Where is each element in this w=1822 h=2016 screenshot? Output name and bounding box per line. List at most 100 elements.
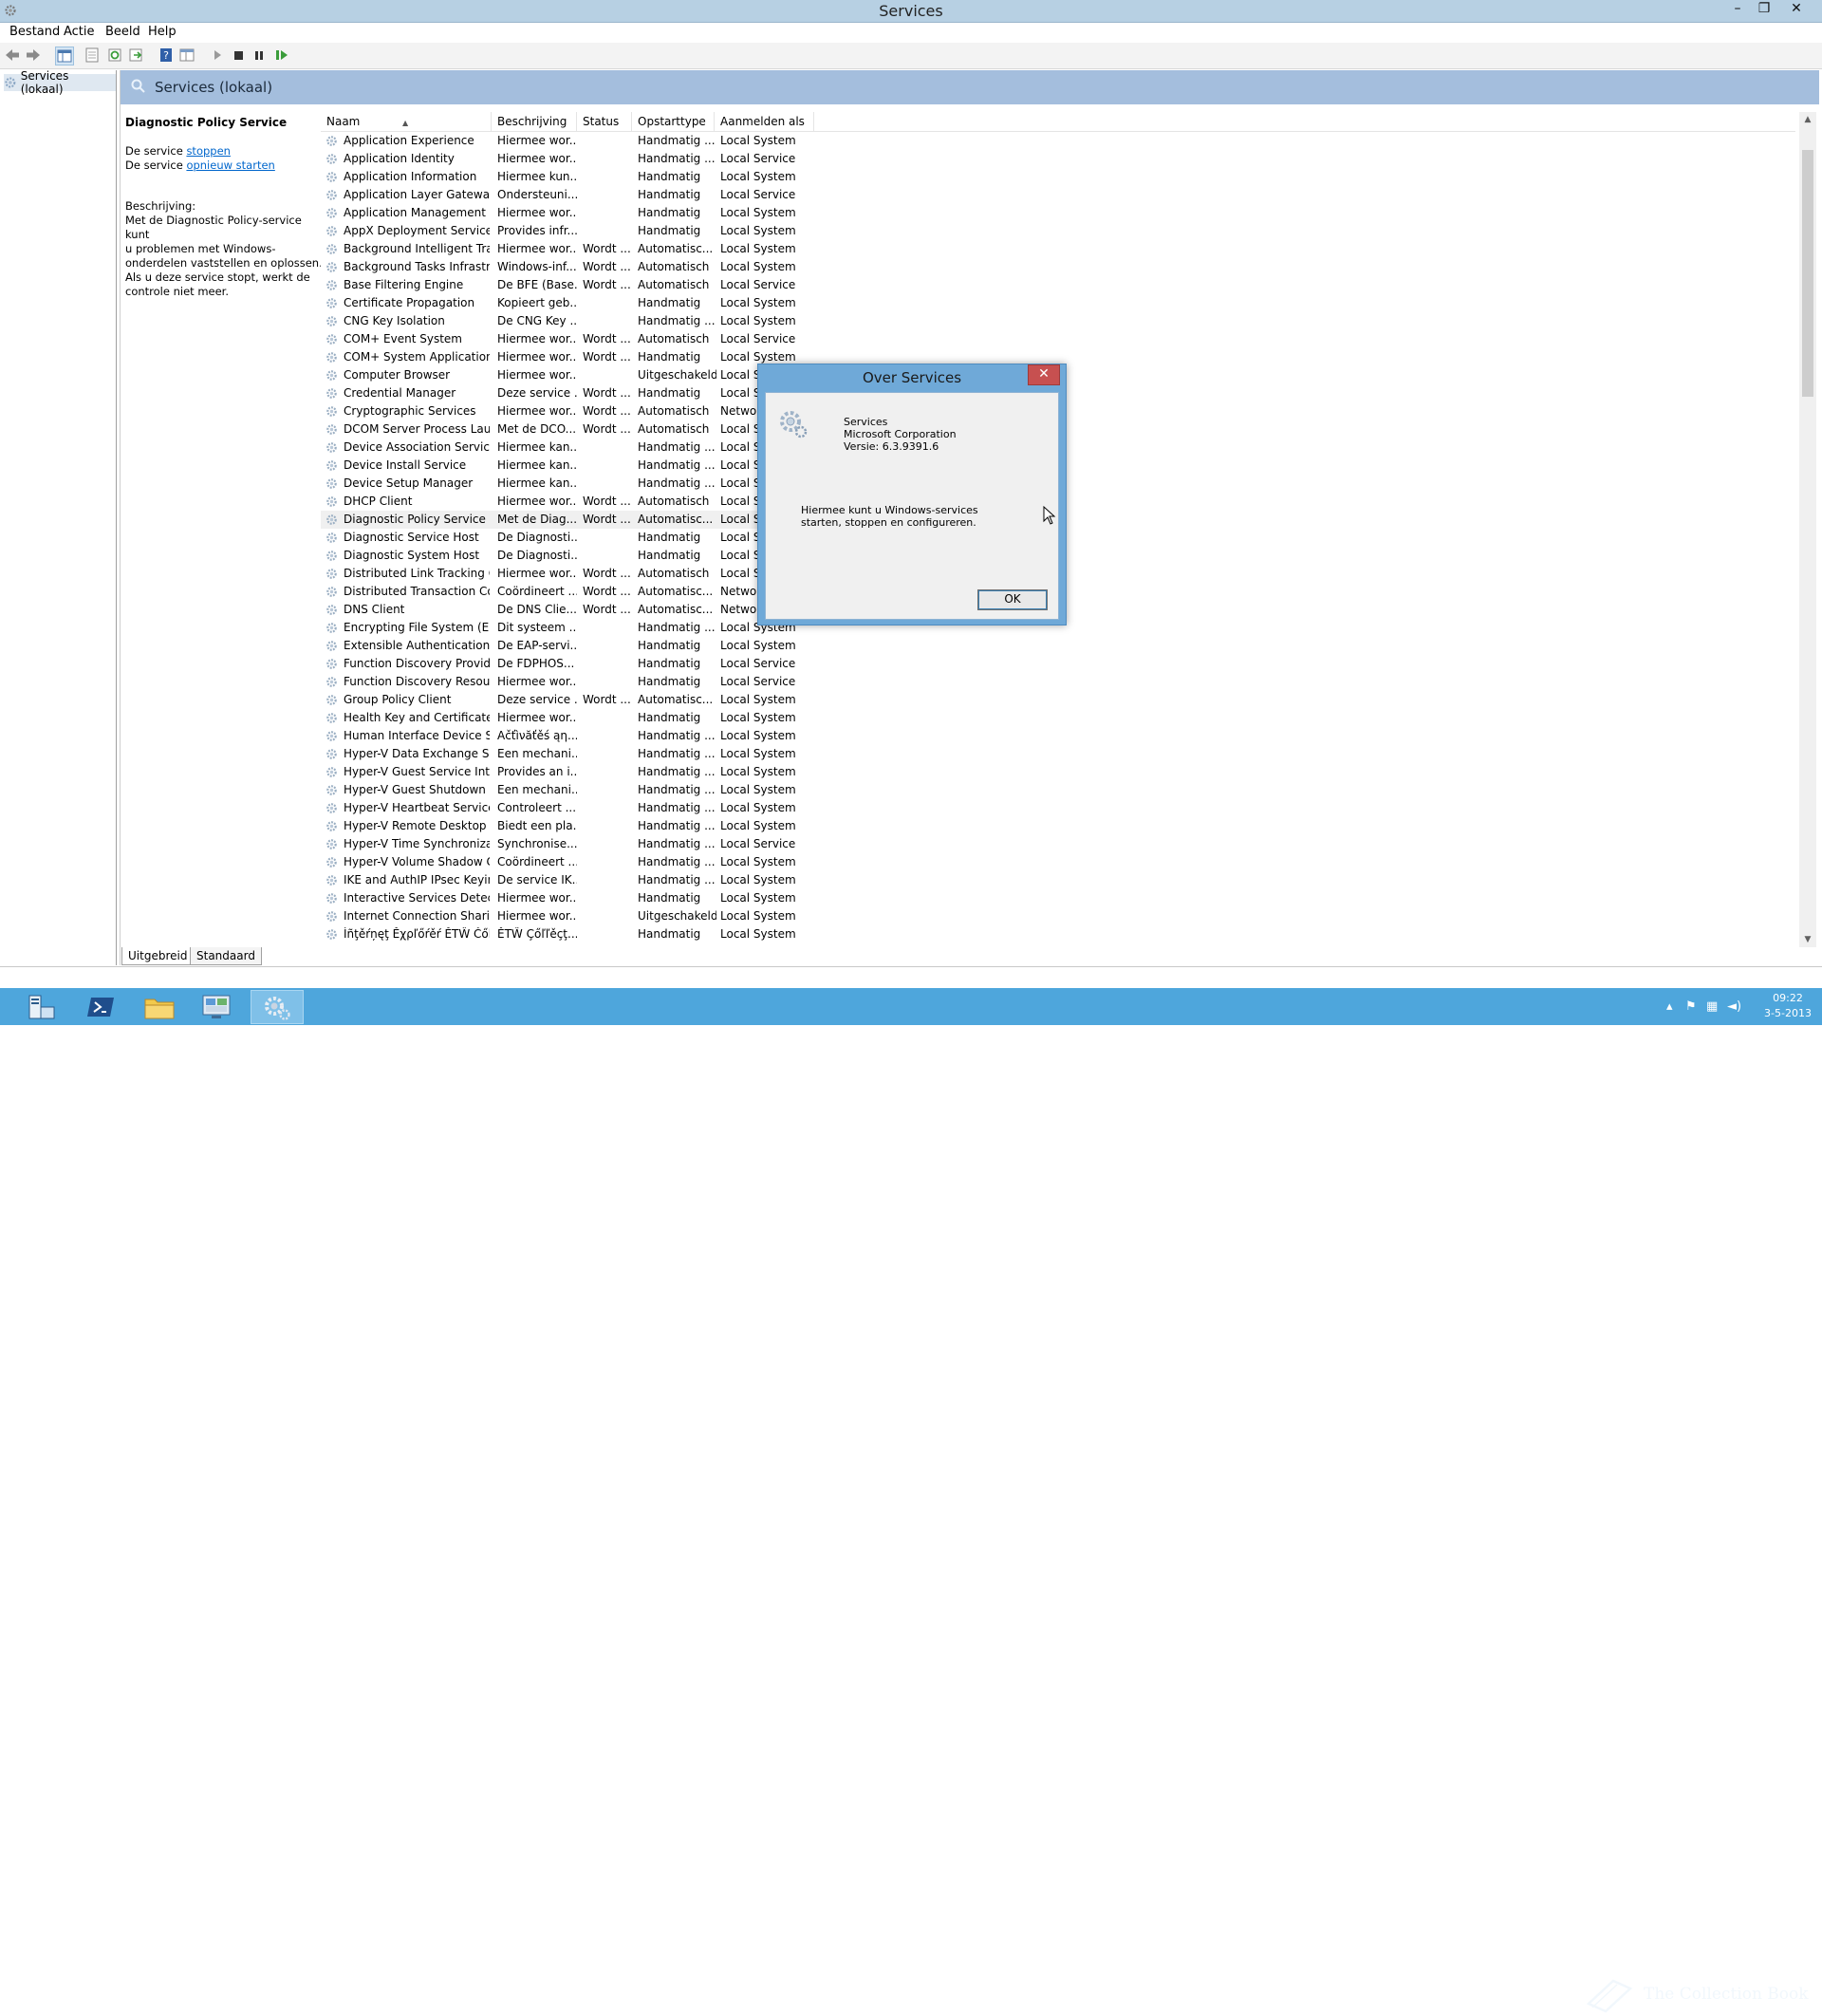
table-row[interactable]: Hyper-V Volume Shadow C... Coördineert ..… bbox=[321, 853, 814, 871]
table-row[interactable]: Internet Connection Sharin... Hiermee wor… bbox=[321, 907, 814, 925]
menu-bestand[interactable]: Bestand bbox=[9, 25, 60, 39]
table-row[interactable]: Device Setup Manager Hiermee kan... Handma… bbox=[321, 475, 814, 493]
table-row[interactable]: Interactive Services Detection Hiermee wo… bbox=[321, 889, 814, 907]
network-icon[interactable]: ▦ bbox=[1706, 999, 1718, 1014]
table-row[interactable]: Device Install Service Hiermee kan... Hand… bbox=[321, 457, 814, 475]
column-header-naam[interactable]: Naam ▲ bbox=[321, 112, 492, 131]
powershell-button[interactable] bbox=[74, 990, 127, 1024]
table-row[interactable]: Extensible Authentication P... De EAP-ser… bbox=[321, 637, 814, 655]
table-row[interactable]: Diagnostic System Host De Diagnosti... Han… bbox=[321, 547, 814, 565]
table-row[interactable]: Diagnostic Policy Service Met de Diag... W… bbox=[321, 511, 814, 529]
cell-description: Provides an i... bbox=[497, 765, 577, 778]
tree-node-services-local[interactable]: Services (lokaal) bbox=[4, 69, 116, 96]
table-row[interactable]: Hyper-V Guest Service Inter... Provides a… bbox=[321, 763, 814, 781]
table-row[interactable]: Encrypting File System (EFS) Dit systeem … bbox=[321, 619, 814, 637]
menu-actie[interactable]: Actie bbox=[64, 25, 95, 39]
stop-service-link[interactable]: stoppen bbox=[186, 144, 231, 158]
table-row[interactable]: AppX Deployment Service (... Provides inf… bbox=[321, 222, 814, 240]
table-row[interactable]: Base Filtering Engine De BFE (Base... Word… bbox=[321, 276, 814, 294]
flag-icon[interactable]: ⚑ bbox=[1685, 999, 1697, 1014]
cell-startup-type: Handmatig bbox=[638, 549, 701, 562]
help-icon[interactable]: ? bbox=[158, 47, 175, 64]
pause-service-icon[interactable] bbox=[251, 47, 268, 64]
table-row[interactable]: Background Tasks Infrastru... Windows-inf… bbox=[321, 258, 814, 276]
file-explorer-button[interactable] bbox=[133, 990, 186, 1024]
table-row[interactable]: Distributed Link Tracking Cl... Hiermee w… bbox=[321, 565, 814, 583]
table-row[interactable]: IKE and AuthIP IPsec Keying... De service… bbox=[321, 871, 814, 889]
ok-button[interactable]: OK bbox=[977, 589, 1048, 610]
table-row[interactable]: Application Experience Hiermee wor... Hand… bbox=[321, 132, 814, 150]
export-list-icon[interactable] bbox=[127, 47, 144, 64]
cell-name: Diagnostic System Host bbox=[344, 549, 480, 562]
table-row[interactable]: COM+ System Application Hiermee wor... Wor… bbox=[321, 348, 814, 366]
table-row[interactable]: COM+ Event System Hiermee wor... Wordt ...… bbox=[321, 330, 814, 348]
back-icon[interactable] bbox=[4, 47, 21, 64]
table-row[interactable]: Background Intelligent Tran... Hiermee wo… bbox=[321, 240, 814, 258]
table-row[interactable]: Application Identity Hiermee wor... Handma… bbox=[321, 150, 814, 168]
clock[interactable]: 09:22 3-5-2013 bbox=[1761, 991, 1814, 1021]
menu-beeld[interactable]: Beeld bbox=[105, 25, 140, 39]
refresh-icon[interactable] bbox=[106, 47, 123, 64]
table-row[interactable]: Distributed Transaction Co... Coördineert… bbox=[321, 583, 814, 601]
cell-status: Wordt ... bbox=[583, 693, 631, 706]
column-header-aanmelden-als[interactable]: Aanmelden als bbox=[715, 112, 814, 131]
table-row[interactable]: Hyper-V Remote Desktop Vi... Biedt een pl… bbox=[321, 817, 814, 835]
scroll-thumb[interactable] bbox=[1802, 150, 1813, 397]
cell-logon-as: Local Service bbox=[720, 657, 796, 670]
properties-icon[interactable] bbox=[84, 47, 101, 64]
restart-service-icon[interactable] bbox=[273, 47, 290, 64]
service-gear-icon bbox=[326, 334, 337, 345]
volume-icon[interactable]: ◄) bbox=[1727, 999, 1741, 1014]
services-taskbar-button[interactable] bbox=[251, 990, 304, 1024]
close-button[interactable]: ✕ bbox=[1784, 0, 1809, 19]
start-service-icon[interactable] bbox=[209, 47, 226, 64]
table-row[interactable]: DNS Client De DNS Clie... Wordt ... Automat… bbox=[321, 601, 814, 619]
table-row[interactable]: Credential Manager Deze service ... Wordt … bbox=[321, 384, 814, 402]
table-row[interactable]: Diagnostic Service Host De Diagnosti... Ha… bbox=[321, 529, 814, 547]
forward-icon[interactable] bbox=[25, 47, 42, 64]
table-row[interactable]: CNG Key Isolation De CNG Key ... Handmatig… bbox=[321, 312, 814, 330]
table-row[interactable]: Ìñţěŕņęţ Ěχρľőŕěŕ ĚΤŴ Čőľľ... ĚΤŴ Çőľľěçţ… bbox=[321, 925, 814, 943]
table-row[interactable]: Hyper-V Heartbeat Service Controleert ...… bbox=[321, 799, 814, 817]
vertical-scrollbar[interactable]: ▲ ▼ bbox=[1799, 112, 1816, 947]
column-header-status[interactable]: Status bbox=[577, 112, 632, 131]
table-row[interactable]: Health Key and Certificate ... Hiermee wo… bbox=[321, 709, 814, 727]
table-row[interactable]: Certificate Propagation Kopieert geb... Ha… bbox=[321, 294, 814, 312]
table-row[interactable]: Device Association Service Hiermee kan...… bbox=[321, 439, 814, 457]
table-row[interactable]: Application Management Hiermee wor... Hand… bbox=[321, 204, 814, 222]
tray-arrow-icon[interactable]: ▴ bbox=[1666, 999, 1673, 1014]
table-row[interactable]: Function Discovery Provide... De FDPHOS..… bbox=[321, 655, 814, 673]
menu-help[interactable]: Help bbox=[148, 25, 177, 39]
cell-description: Provides infr... bbox=[497, 224, 577, 237]
table-row[interactable]: DHCP Client Hiermee wor... Wordt ... Automa… bbox=[321, 493, 814, 511]
cell-startup-type: Handmatig bbox=[638, 927, 701, 941]
show-tree-icon[interactable] bbox=[55, 47, 74, 65]
table-row[interactable]: DCOM Server Process Laun... Met de DCO...… bbox=[321, 420, 814, 439]
restart-service-link[interactable]: opnieuw starten bbox=[186, 159, 274, 172]
table-row[interactable]: Function Discovery Resourc... Hiermee wor… bbox=[321, 673, 814, 691]
table-row[interactable]: Application Information Hiermee kun... Han… bbox=[321, 168, 814, 186]
table-row[interactable]: Human Interface Device Ser... Аčťìνăťěś ą… bbox=[321, 727, 814, 745]
restore-button[interactable]: ❐ bbox=[1752, 0, 1776, 19]
scroll-down-arrow-icon[interactable]: ▼ bbox=[1799, 932, 1816, 947]
cell-logon-as: Local System bbox=[720, 927, 796, 941]
control-panel-button[interactable] bbox=[190, 990, 243, 1024]
stop-service-icon[interactable] bbox=[230, 47, 247, 64]
table-row[interactable]: Hyper-V Guest Shutdown S... Een mechani..… bbox=[321, 781, 814, 799]
table-row[interactable]: Hyper-V Data Exchange Ser... Een mechani.… bbox=[321, 745, 814, 763]
table-row[interactable]: Hyper-V Time Synchronizat... Synchronise.… bbox=[321, 835, 814, 853]
scroll-up-arrow-icon[interactable]: ▲ bbox=[1799, 112, 1816, 127]
table-row[interactable]: Group Policy Client Deze service ... Wordt… bbox=[321, 691, 814, 709]
view-icon[interactable] bbox=[178, 47, 195, 64]
column-header-opstarttype[interactable]: Opstarttype bbox=[632, 112, 715, 131]
cell-description: Hiermee wor... bbox=[497, 891, 577, 905]
tab-uitgebreid[interactable]: Uitgebreid bbox=[121, 947, 195, 965]
table-row[interactable]: Cryptographic Services Hiermee wor... Word… bbox=[321, 402, 814, 420]
server-manager-button[interactable] bbox=[15, 990, 68, 1024]
table-row[interactable]: Application Layer Gateway ... Ondersteuni… bbox=[321, 186, 814, 204]
dialog-close-button[interactable]: ✕ bbox=[1028, 364, 1060, 385]
column-header-beschrijving[interactable]: Beschrijving bbox=[492, 112, 577, 131]
tab-standaard[interactable]: Standaard bbox=[190, 947, 262, 965]
table-row[interactable]: Computer Browser Hiermee wor... Uitgeschak… bbox=[321, 366, 814, 384]
minimize-button[interactable]: – bbox=[1725, 0, 1750, 19]
